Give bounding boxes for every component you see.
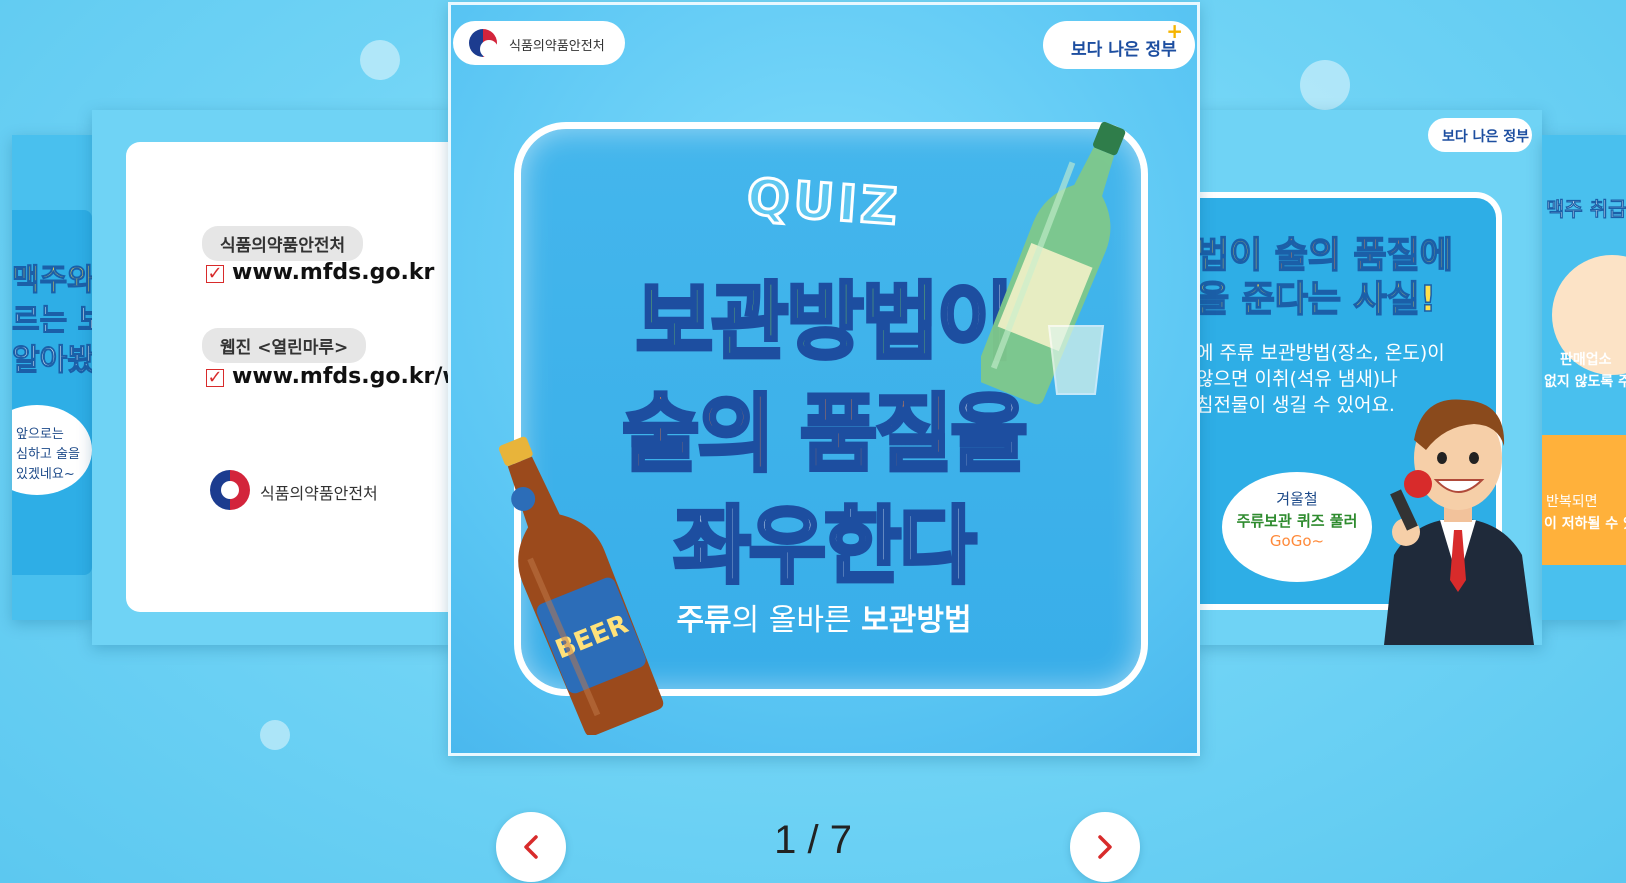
- bubble-line: 있겠네요~: [16, 467, 75, 482]
- next-button[interactable]: [1070, 812, 1140, 882]
- card-heading-line: 르는 보: [12, 303, 92, 339]
- card-band: 반복되면 이 저하될 수 있: [1542, 435, 1626, 565]
- card-body-line: 없지 않도록 주: [1544, 374, 1626, 390]
- plus-icon: +: [1166, 19, 1183, 43]
- slogan-text: 보다 나은 정부: [1071, 40, 1177, 60]
- background-sparkle: [360, 40, 400, 80]
- website-url: www.mfds.go.kr: [232, 260, 435, 285]
- card-heading: 맥주 취급: [1546, 197, 1626, 222]
- slogan-badge: 보다 나은 정부: [1428, 118, 1532, 152]
- slogan-badge: 보다 나은 정부 +: [1043, 19, 1195, 69]
- org-name-pill: 식품의약품안전처: [202, 226, 364, 261]
- checkmark-icon: ✓: [206, 367, 224, 388]
- card-body-line: 이 저하될 수 있: [1544, 516, 1626, 532]
- speech-bubble: 겨울철 주류보관 퀴즈 풀러 GoGo~: [1222, 472, 1372, 582]
- info-panel: 식품의약품안전처 ✓ www.mfds.go.kr 웹진 <열린마루> ✓ www.…: [126, 142, 452, 612]
- carousel-card-far-left[interactable]: 맥주와 르는 보 알아봤 앞으로는 심하고 술을 있겠네요~: [12, 135, 92, 620]
- card-body-line: 반복되면: [1546, 494, 1598, 510]
- bubble-line: 겨울철: [1276, 490, 1318, 508]
- carousel-card-right[interactable]: 보다 나은 정부 법이 술의 품질에 을 준다는 사실! 에 주류 보관방법(장…: [1196, 110, 1542, 645]
- bubble-line: GoGo~: [1269, 532, 1325, 550]
- bubble-line: 심하고 술을: [16, 447, 80, 462]
- org-name: 식품의약품안전처: [260, 484, 378, 503]
- website-link[interactable]: ✓ www.mfds.go.kr: [206, 260, 434, 285]
- bubble-line: 앞으로는: [16, 427, 64, 442]
- org-name: 식품의약품안전처: [509, 39, 605, 54]
- org-badge: 식품의약품안전처: [453, 21, 625, 65]
- beer-bottle-icon: BEER: [498, 436, 664, 735]
- checkmark-icon: ✓: [206, 263, 224, 284]
- background-sparkle: [1300, 60, 1350, 110]
- card-heading-line: 맥주와: [12, 263, 92, 299]
- card-heading-line: 알아봤: [12, 343, 92, 379]
- card-body-line: 침전물이 생길 수 있어요.: [1196, 394, 1395, 416]
- carousel-card-left[interactable]: 식품의약품안전처 ✓ www.mfds.go.kr 웹진 <열린마루> ✓ www.…: [92, 110, 452, 645]
- card-body-line: 판매업소: [1560, 352, 1612, 368]
- page-counter: 1 / 7: [774, 818, 852, 862]
- card-body-line: 않으면 이취(석유 냄새)나: [1196, 368, 1398, 390]
- webzine-link[interactable]: ✓ www.mfds.go.kr/we: [206, 364, 452, 389]
- mfds-logo-icon: [469, 29, 498, 58]
- presenter-illustration-icon: [1384, 399, 1534, 645]
- slogan-text: 보다 나은 정부: [1442, 129, 1530, 145]
- carousel-card-far-right[interactable]: 맥주 취급 판매업소 없지 않도록 주 반복되면 이 저하될 수 있: [1542, 135, 1626, 620]
- carousel-card-current[interactable]: 식품의약품안전처 보다 나은 정부 + QUIZ 보관방법이 술의 품질을 좌우…: [448, 2, 1200, 756]
- mfds-logo-icon: [210, 470, 250, 510]
- webzine-url: www.mfds.go.kr/we: [232, 364, 452, 389]
- background-sparkle: [260, 720, 290, 750]
- bubble-line: 주류보관 퀴즈 풀러: [1236, 512, 1358, 530]
- shot-glass-icon: [1047, 325, 1105, 395]
- card-body-line: 에 주류 보관방법(장소, 온도)이: [1196, 342, 1445, 364]
- card-title-line: 을 준다는 사실!: [1196, 278, 1437, 321]
- chevron-right-icon: [1098, 835, 1112, 859]
- webzine-pill: 웹진 <열린마루>: [202, 328, 367, 363]
